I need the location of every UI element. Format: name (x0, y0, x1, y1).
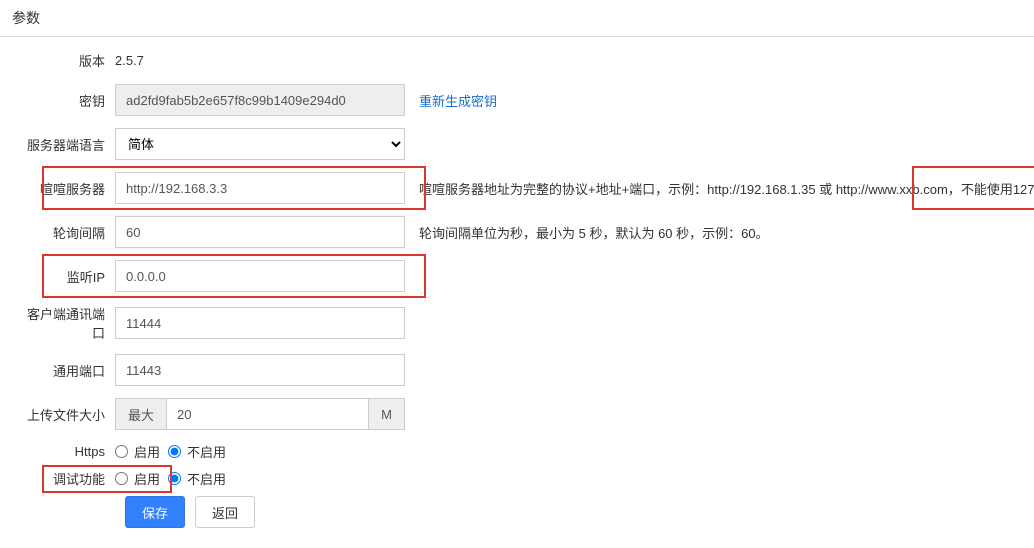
panel-title: 参数 (12, 10, 40, 26)
label-chatport: 客户端通讯端口 (20, 304, 115, 342)
upload-suffix: M (369, 398, 405, 430)
debug-enable-radio[interactable] (115, 472, 128, 485)
https-enable-option[interactable]: 启用 (115, 442, 160, 461)
debug-enable-option[interactable]: 启用 (115, 469, 160, 488)
poll-input[interactable] (115, 216, 405, 248)
value-version: 2.5.7 (115, 49, 144, 72)
server-input[interactable] (115, 172, 405, 204)
row-https: Https 启用 不启用 (20, 442, 1014, 461)
lang-select[interactable]: 简体 (115, 128, 405, 160)
row-poll: 轮询间隔 轮询间隔单位为秒，最小为 5 秒，默认为 60 秒，示例：60。 (20, 216, 1014, 248)
row-lang: 服务器端语言 简体 (20, 128, 1014, 160)
upload-group: 最大 M (115, 398, 405, 430)
label-upload: 上传文件大小 (20, 405, 115, 424)
label-debug: 调试功能 (20, 469, 115, 488)
chatport-input[interactable] (115, 307, 405, 339)
label-https: Https (20, 444, 115, 459)
https-disable-radio[interactable] (168, 445, 181, 458)
debug-disable-option[interactable]: 不启用 (168, 469, 226, 488)
debug-disable-radio[interactable] (168, 472, 181, 485)
ip-input[interactable] (115, 260, 405, 292)
row-secret: 密钥 ad2fd9fab5b2e657f8c99b1409e294d0 重新生成… (20, 84, 1014, 116)
server-help-warning: 不能使用127.0.0.1。 (961, 182, 1034, 197)
label-version: 版本 (20, 51, 115, 70)
row-debug: 调试功能 启用 不启用 (20, 469, 1014, 488)
settings-form: 版本 2.5.7 密钥 ad2fd9fab5b2e657f8c99b1409e2… (0, 37, 1034, 548)
panel-header: 参数 (0, 0, 1034, 37)
row-chatport: 客户端通讯端口 (20, 304, 1014, 342)
https-disable-option[interactable]: 不启用 (168, 442, 226, 461)
label-poll: 轮询间隔 (20, 223, 115, 242)
label-lang: 服务器端语言 (20, 135, 115, 154)
regen-secret-link[interactable]: 重新生成密钥 (419, 91, 497, 110)
label-server: 喧喧服务器 (20, 179, 115, 198)
row-ip: 监听IP (20, 260, 1014, 292)
upload-input[interactable] (166, 398, 369, 430)
row-server: 喧喧服务器 喧喧服务器地址为完整的协议+地址+端口，示例：http://192.… (20, 172, 1014, 204)
commonport-input[interactable] (115, 354, 405, 386)
label-ip: 监听IP (20, 267, 115, 286)
row-commonport: 通用端口 (20, 354, 1014, 386)
row-version: 版本 2.5.7 (20, 49, 1014, 72)
server-help: 喧喧服务器地址为完整的协议+地址+端口，示例：http://192.168.1.… (419, 179, 1034, 198)
row-upload: 上传文件大小 最大 M (20, 398, 1014, 430)
upload-prefix: 最大 (115, 398, 166, 430)
poll-help: 轮询间隔单位为秒，最小为 5 秒，默认为 60 秒，示例：60。 (419, 223, 1014, 242)
label-secret: 密钥 (20, 91, 115, 110)
label-commonport: 通用端口 (20, 361, 115, 380)
secret-field: ad2fd9fab5b2e657f8c99b1409e294d0 (115, 84, 405, 116)
https-enable-radio[interactable] (115, 445, 128, 458)
